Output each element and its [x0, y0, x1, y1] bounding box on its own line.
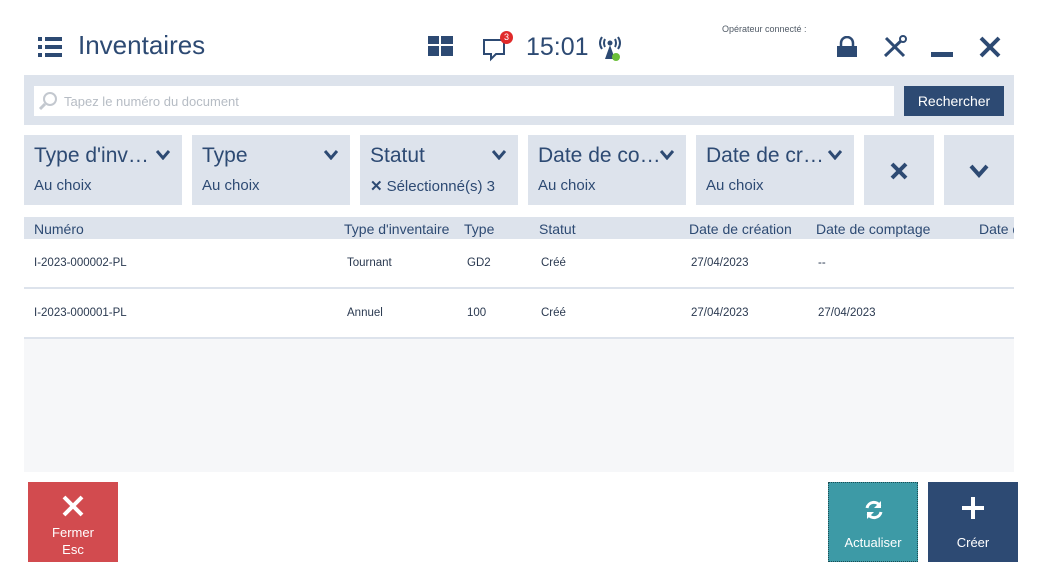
lock-icon[interactable]: [836, 36, 858, 58]
tiles-icon[interactable]: [428, 36, 453, 56]
cell-number: I-2023-000001-PL: [34, 307, 127, 319]
search-input[interactable]: [64, 86, 884, 116]
cell-status: Créé: [541, 307, 566, 319]
search-field[interactable]: [34, 86, 894, 116]
column-header[interactable]: Date de création: [689, 221, 792, 237]
close-icon: [890, 162, 908, 180]
cell-type: 100: [467, 307, 487, 319]
filter-title: Date de cr…: [706, 144, 824, 167]
filter-value: Au choix: [538, 177, 596, 194]
refresh-icon: [865, 500, 883, 520]
filter-title: Type: [202, 144, 248, 167]
close-button-shortcut: Esc: [62, 542, 84, 557]
chevron-down-icon: [492, 150, 506, 160]
chevron-down-icon: [156, 150, 170, 160]
cell-number: I-2023-000002-PL: [34, 257, 127, 269]
filter-title: Date de co…: [538, 144, 661, 167]
notification-badge: 3: [500, 31, 513, 44]
table-row[interactable]: I-2023-000002-PL Tournant GD2 Créé 27/04…: [24, 239, 1014, 289]
chevron-down-icon: [324, 150, 338, 160]
table-header: Numéro Type d'inventaire Type Statut Dat…: [24, 217, 1014, 239]
minimize-icon[interactable]: [931, 52, 953, 57]
refresh-button[interactable]: Actualiser: [828, 482, 918, 562]
search-icon: [38, 92, 57, 111]
filter-title: Statut: [370, 144, 425, 167]
menu-list-icon[interactable]: [38, 37, 62, 57]
inventory-table: Numéro Type d'inventaire Type Statut Dat…: [24, 217, 1014, 472]
chevron-down-icon: [660, 150, 674, 160]
cell-inventory-type: Tournant: [347, 257, 392, 269]
filter-value: Au choix: [202, 177, 260, 194]
filter-value: ✕ Sélectionné(s) 3: [370, 177, 495, 195]
cell-creation-date: 27/04/2023: [691, 257, 749, 269]
message-icon[interactable]: 3: [482, 31, 513, 62]
close-button-label: Fermer: [52, 525, 94, 540]
filter-value: Au choix: [34, 177, 92, 194]
expand-filters-button[interactable]: [944, 135, 1014, 205]
close-button[interactable]: Fermer Esc: [28, 482, 118, 562]
column-header[interactable]: Date d: [979, 221, 1014, 237]
cell-creation-date: 27/04/2023: [691, 307, 749, 319]
column-header[interactable]: Statut: [539, 221, 576, 237]
create-button-label: Créer: [956, 535, 990, 550]
chevron-down-icon: [828, 150, 842, 160]
filter-inventory-type[interactable]: Type d'inv… Au choix: [24, 135, 182, 205]
filter-creation-date[interactable]: Date de cr… Au choix: [696, 135, 854, 205]
column-header[interactable]: Type: [464, 221, 494, 237]
plus-icon: [962, 497, 984, 519]
signal-icon: [599, 36, 621, 61]
cell-count-date: 27/04/2023: [818, 307, 876, 319]
clear-selection-icon[interactable]: ✕: [370, 178, 383, 195]
clock: 15:01: [526, 33, 589, 61]
filter-type[interactable]: Type Au choix: [192, 135, 350, 205]
page-title: Inventaires: [78, 30, 206, 60]
search-button[interactable]: Rechercher: [904, 86, 1004, 116]
close-icon: [62, 495, 84, 517]
filter-count-date[interactable]: Date de co… Au choix: [528, 135, 686, 205]
operator-label: Opérateur connecté :: [722, 24, 807, 34]
column-header[interactable]: Numéro: [34, 221, 84, 237]
filter-value-text: Sélectionné(s) 3: [386, 178, 495, 195]
table-row[interactable]: I-2023-000001-PL Annuel 100 Créé 27/04/2…: [24, 289, 1014, 339]
close-icon[interactable]: [978, 35, 1002, 59]
filter-value: Au choix: [706, 177, 764, 194]
cell-status: Créé: [541, 257, 566, 269]
tools-icon[interactable]: [882, 35, 908, 59]
create-button[interactable]: Créer: [928, 482, 1018, 562]
chevron-down-icon: [969, 164, 989, 178]
cell-type: GD2: [467, 257, 491, 269]
cell-inventory-type: Annuel: [347, 307, 383, 319]
column-header[interactable]: Date de comptage: [816, 221, 930, 237]
refresh-button-label: Actualiser: [844, 535, 902, 550]
column-header[interactable]: Type d'inventaire: [344, 221, 449, 237]
cell-count-date: --: [818, 257, 826, 269]
filter-title: Type d'inv…: [34, 144, 149, 167]
clear-filters-button[interactable]: [864, 135, 934, 205]
filter-status[interactable]: Statut ✕ Sélectionné(s) 3: [360, 135, 518, 205]
